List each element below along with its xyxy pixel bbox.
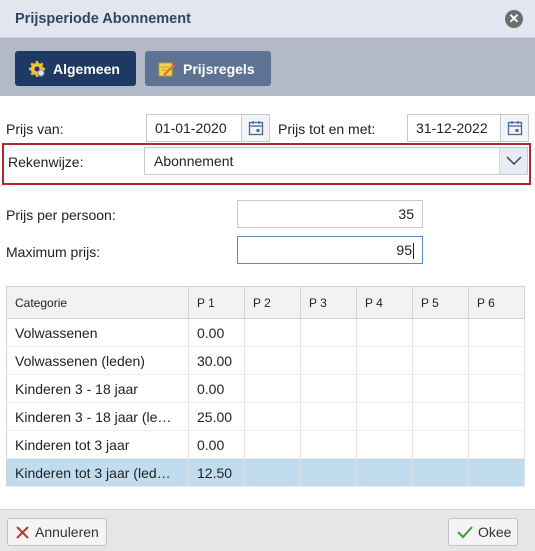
table-cell[interactable] [412, 374, 469, 403]
table-row[interactable]: Kinderen 3 - 18 jaar 0.00 [6, 374, 525, 403]
table-cell[interactable] [412, 346, 469, 375]
price-per-person-field[interactable]: 35 [237, 200, 423, 228]
title-bar: Prijsperiode Abonnement ✕ [0, 0, 535, 38]
checkmark-icon [457, 525, 473, 539]
table-cell[interactable] [356, 346, 413, 375]
table-cell[interactable]: 12.50 [188, 458, 245, 487]
table-cell[interactable]: Kinderen 3 - 18 jaar [6, 374, 189, 403]
close-icon[interactable]: ✕ [505, 10, 523, 28]
column-header-p1[interactable]: P 1 [188, 286, 245, 319]
dialog-title: Prijsperiode Abonnement [15, 11, 191, 27]
ok-button-label: Okee [478, 524, 512, 540]
price-until-field[interactable]: 31-12-2022 [407, 114, 501, 142]
table-cell[interactable] [468, 402, 525, 431]
column-header-p5[interactable]: P 5 [412, 286, 469, 319]
table-cell[interactable]: Kinderen tot 3 jaar (led… [6, 458, 189, 487]
column-header-p4[interactable]: P 4 [356, 286, 413, 319]
table-cell[interactable] [356, 430, 413, 459]
column-header-categorie[interactable]: Categorie [6, 286, 189, 319]
table-cell[interactable] [468, 346, 525, 375]
max-price-field[interactable]: 95 [237, 236, 423, 264]
table-row[interactable]: Kinderen 3 - 18 jaar (le… 25.00 [6, 402, 525, 431]
table-row[interactable]: Volwassenen 0.00 [6, 318, 525, 347]
table-cell[interactable]: Volwassenen (leden) [6, 346, 189, 375]
max-price-value: 95 [396, 242, 412, 258]
column-header-p6[interactable]: P 6 [468, 286, 525, 319]
text-caret [413, 243, 414, 260]
table-cell[interactable]: 0.00 [188, 318, 245, 347]
table-cell[interactable] [300, 430, 357, 459]
table-cell[interactable]: 0.00 [188, 430, 245, 459]
cancel-button-label: Annuleren [35, 524, 99, 540]
table-cell[interactable]: 30.00 [188, 346, 245, 375]
table-cell[interactable] [412, 402, 469, 431]
table-cell[interactable] [412, 458, 469, 487]
table-cell[interactable] [468, 318, 525, 347]
tab-algemeen-label: Algemeen [53, 60, 120, 77]
cross-icon [16, 525, 29, 539]
cancel-button[interactable]: Annuleren [7, 518, 107, 546]
price-until-label: Prijs tot en met: [278, 121, 376, 137]
method-label: Rekenwijze: [8, 154, 84, 170]
tab-prijsregels[interactable]: Prijsregels [145, 51, 271, 86]
table-cell[interactable]: Volwassenen [6, 318, 189, 347]
table-cell[interactable] [356, 318, 413, 347]
table-cell[interactable]: Kinderen 3 - 18 jaar (le… [6, 402, 189, 431]
tab-strip: Algemeen Prijsregels [0, 38, 535, 96]
table-cell[interactable] [300, 374, 357, 403]
table-cell[interactable] [300, 458, 357, 487]
method-select[interactable]: Abonnement [144, 147, 528, 175]
price-table: Categorie P 1 P 2 P 3 P 4 P 5 P 6 Volwas… [6, 286, 525, 487]
table-cell[interactable] [300, 402, 357, 431]
max-price-label: Maximum prijs: [6, 244, 101, 260]
calendar-icon[interactable] [501, 114, 529, 142]
tab-algemeen[interactable]: Algemeen [15, 51, 136, 86]
price-from-label: Prijs van: [6, 121, 64, 137]
table-cell[interactable] [300, 318, 357, 347]
ok-button[interactable]: Okee [448, 518, 518, 546]
column-header-p2[interactable]: P 2 [244, 286, 301, 319]
table-header-row: Categorie P 1 P 2 P 3 P 4 P 5 P 6 [6, 286, 525, 319]
table-cell[interactable] [300, 346, 357, 375]
table-row[interactable]: Kinderen tot 3 jaar 0.00 [6, 430, 525, 459]
table-cell[interactable] [356, 458, 413, 487]
table-cell[interactable] [356, 402, 413, 431]
table-cell[interactable] [412, 318, 469, 347]
table-cell[interactable] [244, 430, 301, 459]
table-cell[interactable] [468, 374, 525, 403]
calendar-icon[interactable] [242, 114, 270, 142]
table-row-selected[interactable]: Kinderen tot 3 jaar (led… 12.50 [6, 458, 525, 487]
table-cell[interactable]: 25.00 [188, 402, 245, 431]
table-row[interactable]: Volwassenen (leden) 30.00 [6, 346, 525, 375]
table-cell[interactable] [468, 458, 525, 487]
price-from-field[interactable]: 01-01-2020 [146, 114, 242, 142]
price-per-person-label: Prijs per persoon: [6, 207, 116, 223]
table-cell[interactable]: 0.00 [188, 374, 245, 403]
table-cell[interactable]: Kinderen tot 3 jaar [6, 430, 189, 459]
table-cell[interactable] [412, 430, 469, 459]
table-cell[interactable] [356, 374, 413, 403]
table-cell[interactable] [244, 318, 301, 347]
method-select-value: Abonnement [154, 153, 234, 169]
table-cell[interactable] [244, 346, 301, 375]
table-cell[interactable] [468, 430, 525, 459]
dialog-footer: Annuleren Okee [0, 509, 535, 551]
chevron-down-icon[interactable] [499, 148, 527, 174]
table-cell[interactable] [244, 402, 301, 431]
pencil-note-icon [158, 60, 176, 78]
table-cell[interactable] [244, 374, 301, 403]
column-header-p3[interactable]: P 3 [300, 286, 357, 319]
table-cell[interactable] [244, 458, 301, 487]
gear-icon [28, 60, 46, 78]
tab-prijsregels-label: Prijsregels [183, 60, 255, 77]
